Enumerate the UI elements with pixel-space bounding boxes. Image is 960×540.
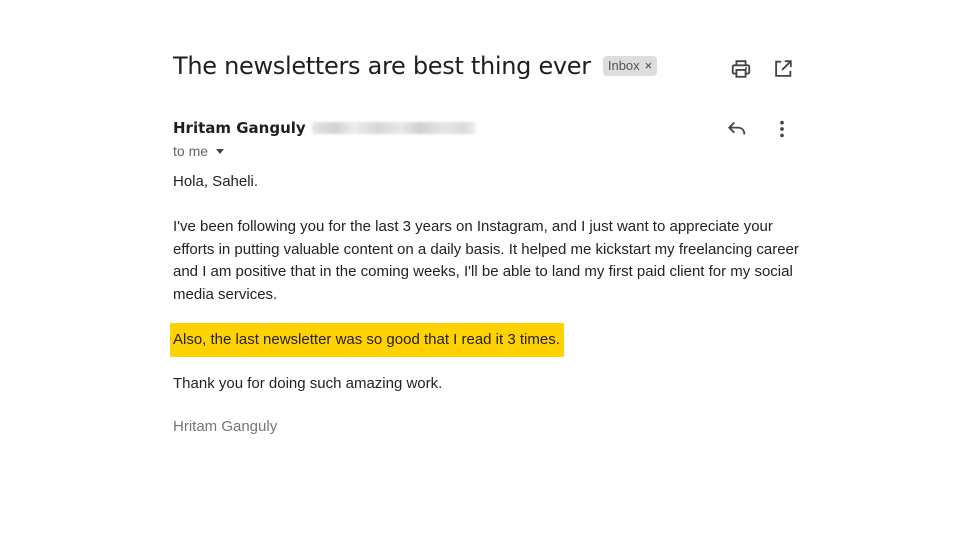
chevron-down-icon [216, 148, 225, 154]
inbox-label-chip[interactable]: Inbox × [602, 56, 658, 76]
email-thanks-line: Thank you for doing such amazing work. [173, 375, 443, 392]
print-icon [731, 60, 751, 78]
open-in-new-window-button[interactable] [771, 57, 795, 81]
email-signature: Hritam Ganguly [173, 418, 278, 435]
remove-label-icon[interactable]: × [645, 56, 653, 76]
email-subject: The newsletters are best thing ever [173, 52, 591, 80]
email-paragraph: I've been following you for the last 3 y… [173, 218, 799, 303]
sender-email-redacted [311, 122, 476, 134]
sender-name[interactable]: Hritam Ganguly [173, 119, 306, 137]
recipient-details-toggle[interactable]: to me [173, 143, 225, 159]
open-in-new-window-icon [775, 60, 792, 77]
print-button[interactable] [729, 57, 753, 81]
more-options-button[interactable] [770, 117, 794, 141]
recipient-text: to me [173, 143, 209, 159]
sender-row: Hritam Ganguly [173, 119, 476, 137]
inbox-label-text: Inbox [607, 58, 640, 73]
reply-button[interactable] [725, 117, 749, 141]
email-greeting: Hola, Saheli. [173, 173, 259, 190]
email-subject-row: The newsletters are best thing ever Inbo… [173, 52, 658, 80]
highlighted-line: Also, the last newsletter was so good th… [170, 323, 564, 357]
more-vertical-icon [780, 120, 784, 138]
reply-icon [728, 121, 746, 135]
